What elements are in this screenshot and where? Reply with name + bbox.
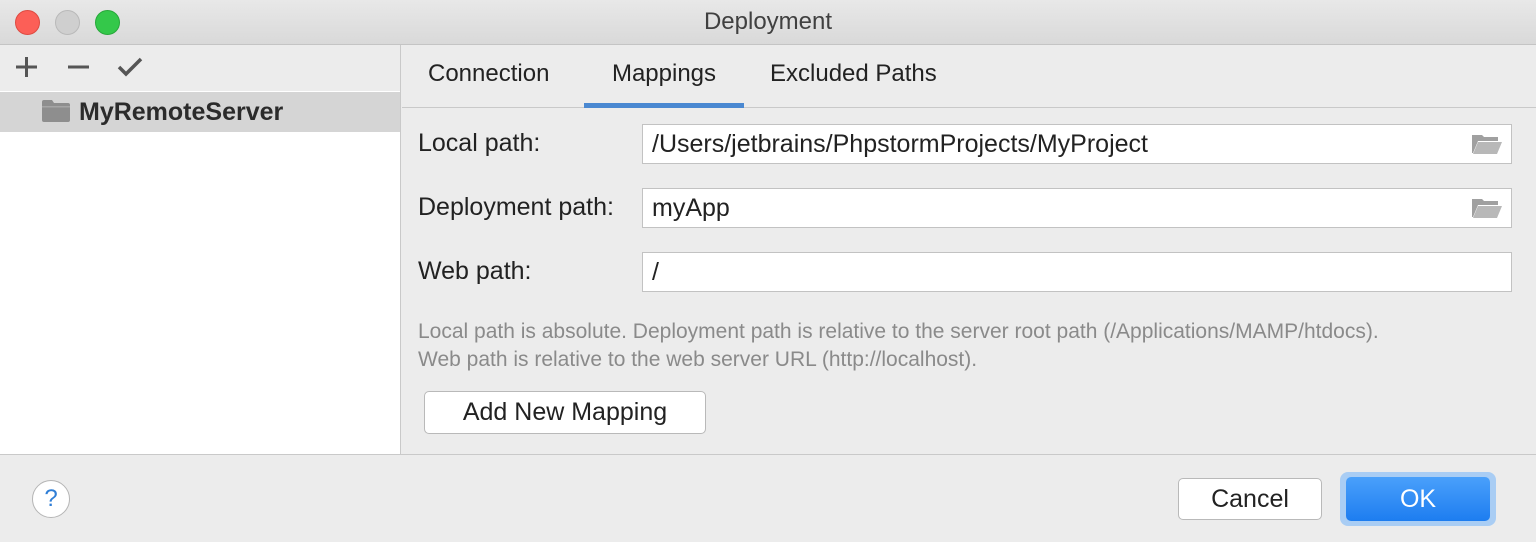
- hint-line-2: Web path is relative to the web server U…: [418, 348, 978, 371]
- web-path-label: Web path:: [418, 257, 532, 285]
- server-list-panel: MyRemoteServer: [0, 45, 401, 454]
- add-new-mapping-button[interactable]: Add New Mapping: [424, 391, 706, 434]
- folder-icon: [42, 100, 70, 122]
- help-button[interactable]: ?: [32, 480, 70, 518]
- server-list-item[interactable]: MyRemoteServer: [0, 92, 400, 132]
- set-default-server-button[interactable]: [114, 51, 146, 83]
- open-folder-icon: [1472, 135, 1502, 154]
- window-title: Deployment: [703, 8, 833, 35]
- hint-line-1: Local path is absolute. Deployment path …: [418, 320, 1379, 343]
- deployment-dialog: Deployment MyRemoteServer Connection Map…: [0, 0, 1536, 542]
- ok-button-focus-ring: OK: [1340, 472, 1496, 526]
- tab-mappings-label: Mappings: [611, 60, 717, 87]
- local-path-input[interactable]: [643, 125, 1472, 163]
- deployment-path-field: [642, 188, 1512, 228]
- deployment-path-input[interactable]: [643, 189, 1472, 227]
- tab-bar: Connection Mappings Excluded Paths: [402, 45, 1536, 108]
- ok-button[interactable]: OK: [1346, 477, 1490, 521]
- cancel-button[interactable]: Cancel: [1178, 478, 1322, 520]
- web-path-field: [642, 252, 1512, 292]
- tab-mappings[interactable]: Mappings: [584, 45, 744, 108]
- server-toolbar: [0, 45, 400, 91]
- local-path-field: [642, 124, 1512, 164]
- tab-selected-indicator: [584, 103, 744, 108]
- tab-connection[interactable]: Connection: [428, 45, 549, 107]
- plus-icon: [16, 57, 37, 77]
- checkmark-icon: [117, 57, 143, 77]
- path-hint-text: Local path is absolute. Deployment path …: [418, 318, 1518, 374]
- browse-deployment-path-button[interactable]: [1471, 197, 1503, 219]
- title-bar: Deployment: [0, 0, 1536, 45]
- open-folder-icon: [1472, 199, 1502, 218]
- tab-excluded-paths[interactable]: Excluded Paths: [770, 45, 937, 107]
- footer-divider: [0, 454, 1536, 455]
- add-server-button[interactable]: [10, 51, 42, 83]
- minus-icon: [68, 65, 89, 69]
- local-path-label: Local path:: [418, 129, 541, 157]
- remove-server-button[interactable]: [62, 51, 94, 83]
- browse-local-path-button[interactable]: [1471, 133, 1503, 155]
- server-name: MyRemoteServer: [79, 98, 284, 126]
- deployment-path-label: Deployment path:: [418, 193, 614, 221]
- web-path-input[interactable]: [643, 253, 1472, 291]
